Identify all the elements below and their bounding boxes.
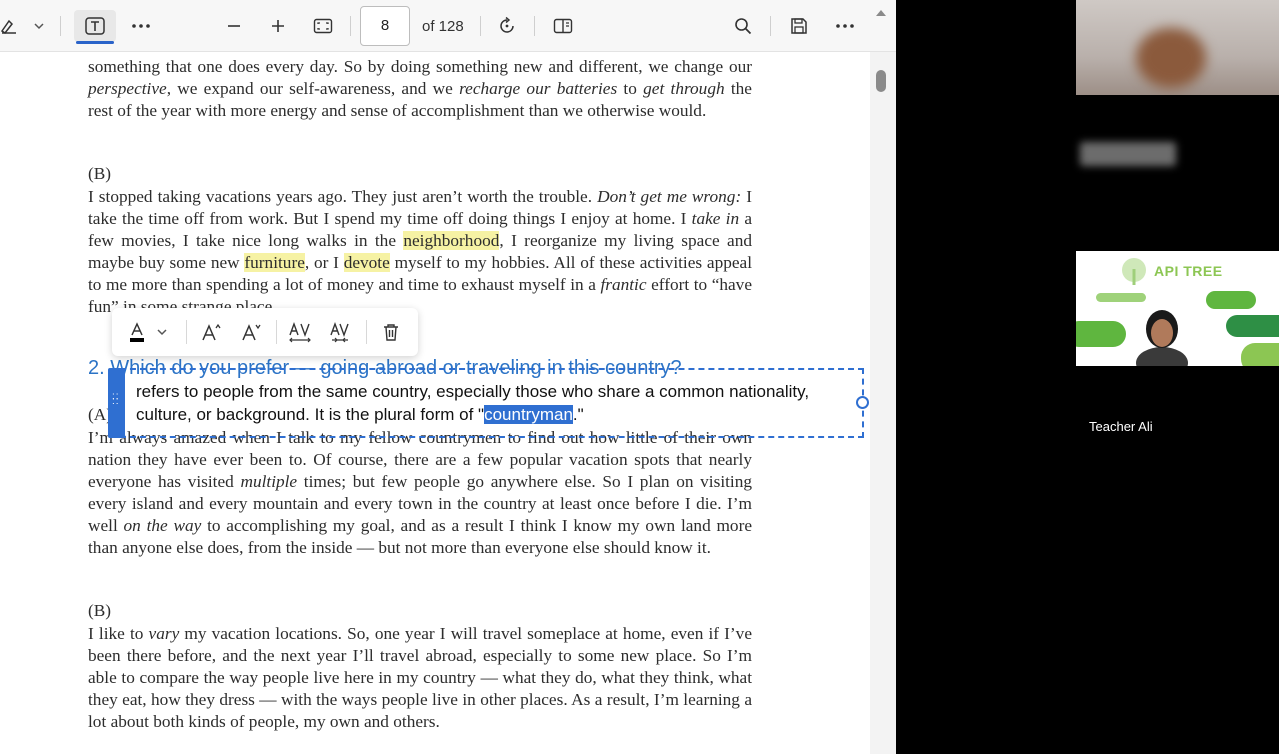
background-decoration	[1096, 293, 1146, 302]
participant-video-blur	[1136, 28, 1206, 88]
italic-run: recharge our batteries	[459, 79, 618, 98]
annotation-text[interactable]: refers to people from the same country, …	[136, 380, 846, 426]
grip-icon: :: ::	[112, 391, 120, 407]
chevron-down-icon	[157, 329, 167, 336]
toolbar-divider	[350, 16, 351, 36]
trash-icon	[384, 324, 398, 341]
fit-page-icon	[313, 18, 333, 34]
more-options-button[interactable]	[830, 10, 860, 42]
text-color-button[interactable]	[124, 318, 150, 346]
minus-icon	[228, 25, 240, 27]
annotation-drag-handle[interactable]: :: ::	[108, 368, 125, 438]
paragraph-label: (B)	[88, 164, 112, 183]
two-page-icon	[553, 18, 573, 34]
text-annotation-toolbar	[112, 308, 418, 356]
text-run: something that one does every day. So by…	[88, 57, 752, 76]
font-size-increase-icon	[202, 323, 221, 341]
italic-run: frantic	[600, 275, 647, 294]
highlighted-word: neighborhood	[403, 231, 500, 250]
text-run: I stopped taking vacations years ago. Th…	[88, 187, 598, 206]
scroll-up-arrow-icon[interactable]	[876, 10, 886, 16]
page-view-button[interactable]	[548, 10, 578, 42]
toolbar-divider	[366, 320, 367, 344]
text-box-icon	[85, 17, 105, 35]
add-text-button[interactable]	[74, 10, 116, 44]
text-run: I like to	[88, 624, 149, 643]
italic-run: vary	[148, 624, 180, 643]
plus-icon	[272, 20, 284, 32]
delete-annotation-button[interactable]	[378, 318, 404, 346]
background-decoration	[1206, 291, 1256, 309]
italic-run: get through	[643, 79, 725, 98]
more-tools-button[interactable]	[126, 10, 156, 42]
background-decoration	[1241, 343, 1279, 366]
background-decoration	[1226, 315, 1279, 337]
increase-spacing-button[interactable]	[286, 318, 314, 346]
selected-text: countryman	[484, 405, 573, 424]
toolbar-divider	[534, 16, 535, 36]
letter-spacing-decrease-icon	[330, 321, 349, 343]
text-color-icon	[130, 322, 144, 342]
paragraph: I like to vary my vacation locations. So…	[88, 623, 752, 733]
text-run: to	[617, 79, 644, 98]
toolbar-divider	[186, 320, 187, 344]
highlighted-word: furniture	[244, 253, 305, 272]
text-run: refers to people from the same country, …	[136, 382, 810, 424]
toolbar-divider	[276, 320, 277, 344]
participant-video-tile[interactable]	[1076, 0, 1279, 95]
rotate-icon	[500, 16, 514, 33]
save-icon	[791, 18, 807, 34]
zoom-in-button[interactable]	[264, 10, 292, 42]
save-button[interactable]	[784, 10, 814, 42]
italic-run: multiple	[240, 472, 298, 491]
draw-icon	[0, 19, 16, 35]
paragraph: I stopped taking vacations years ago. Th…	[88, 186, 752, 318]
text-run: , or I	[304, 253, 344, 272]
participant-name-label: Teacher Ali	[1089, 419, 1153, 434]
paragraph: I’m always amazed when I talk to my fell…	[88, 427, 752, 559]
font-size-decrease-icon	[242, 324, 261, 341]
italic-run: Don’t get me wrong:	[597, 187, 742, 206]
letter-spacing-increase-icon	[289, 321, 311, 343]
annotation-resize-handle[interactable]	[856, 396, 869, 409]
fit-to-width-button[interactable]	[308, 10, 338, 42]
toolbar-divider	[60, 16, 61, 36]
participant-video-tile[interactable]: API TREE	[1076, 251, 1279, 366]
brand-logo-text: API TREE	[1154, 263, 1223, 279]
italic-run: on the way	[123, 516, 202, 535]
draw-options-dropdown[interactable]	[26, 10, 52, 42]
paragraph-label: (B)	[88, 601, 112, 620]
vertical-scrollbar[interactable]	[872, 52, 890, 754]
italic-run: take in	[691, 209, 740, 228]
text-run: my vacation locations. So, one year I wi…	[88, 624, 752, 731]
pdf-toolbar: 8 of 128	[0, 0, 896, 52]
paragraph: something that one does every day. So by…	[88, 56, 752, 122]
text-run: ."	[572, 405, 584, 424]
decrease-spacing-button[interactable]	[326, 318, 354, 346]
toolbar-divider	[480, 16, 481, 36]
more-icon	[132, 24, 150, 28]
participant-avatar	[1136, 310, 1188, 366]
increase-font-size-button[interactable]	[198, 318, 224, 346]
decrease-font-size-button[interactable]	[238, 318, 264, 346]
participant-name-blurred	[1080, 142, 1176, 166]
text-run: , we expand our self-awareness, and we	[166, 79, 460, 98]
chevron-down-icon	[34, 23, 44, 30]
highlighted-word: devote	[343, 253, 390, 272]
page-count-label: of 128	[422, 18, 464, 35]
text-color-dropdown[interactable]	[154, 318, 170, 346]
scrollbar-thumb[interactable]	[876, 70, 886, 92]
italic-run: perspective	[88, 79, 167, 98]
background-decoration	[1076, 321, 1126, 347]
draw-tool-button[interactable]	[0, 10, 22, 42]
zoom-out-button[interactable]	[220, 10, 248, 42]
more-icon	[836, 24, 854, 28]
tree-logo-icon	[1122, 258, 1146, 285]
page-number-input[interactable]: 8	[360, 6, 410, 46]
pdf-viewer-window: 8 of 128 something that one does every d…	[0, 0, 896, 754]
search-button[interactable]	[728, 10, 758, 42]
search-icon	[735, 18, 752, 35]
toolbar-divider	[770, 16, 771, 36]
rotate-button[interactable]	[492, 10, 522, 42]
